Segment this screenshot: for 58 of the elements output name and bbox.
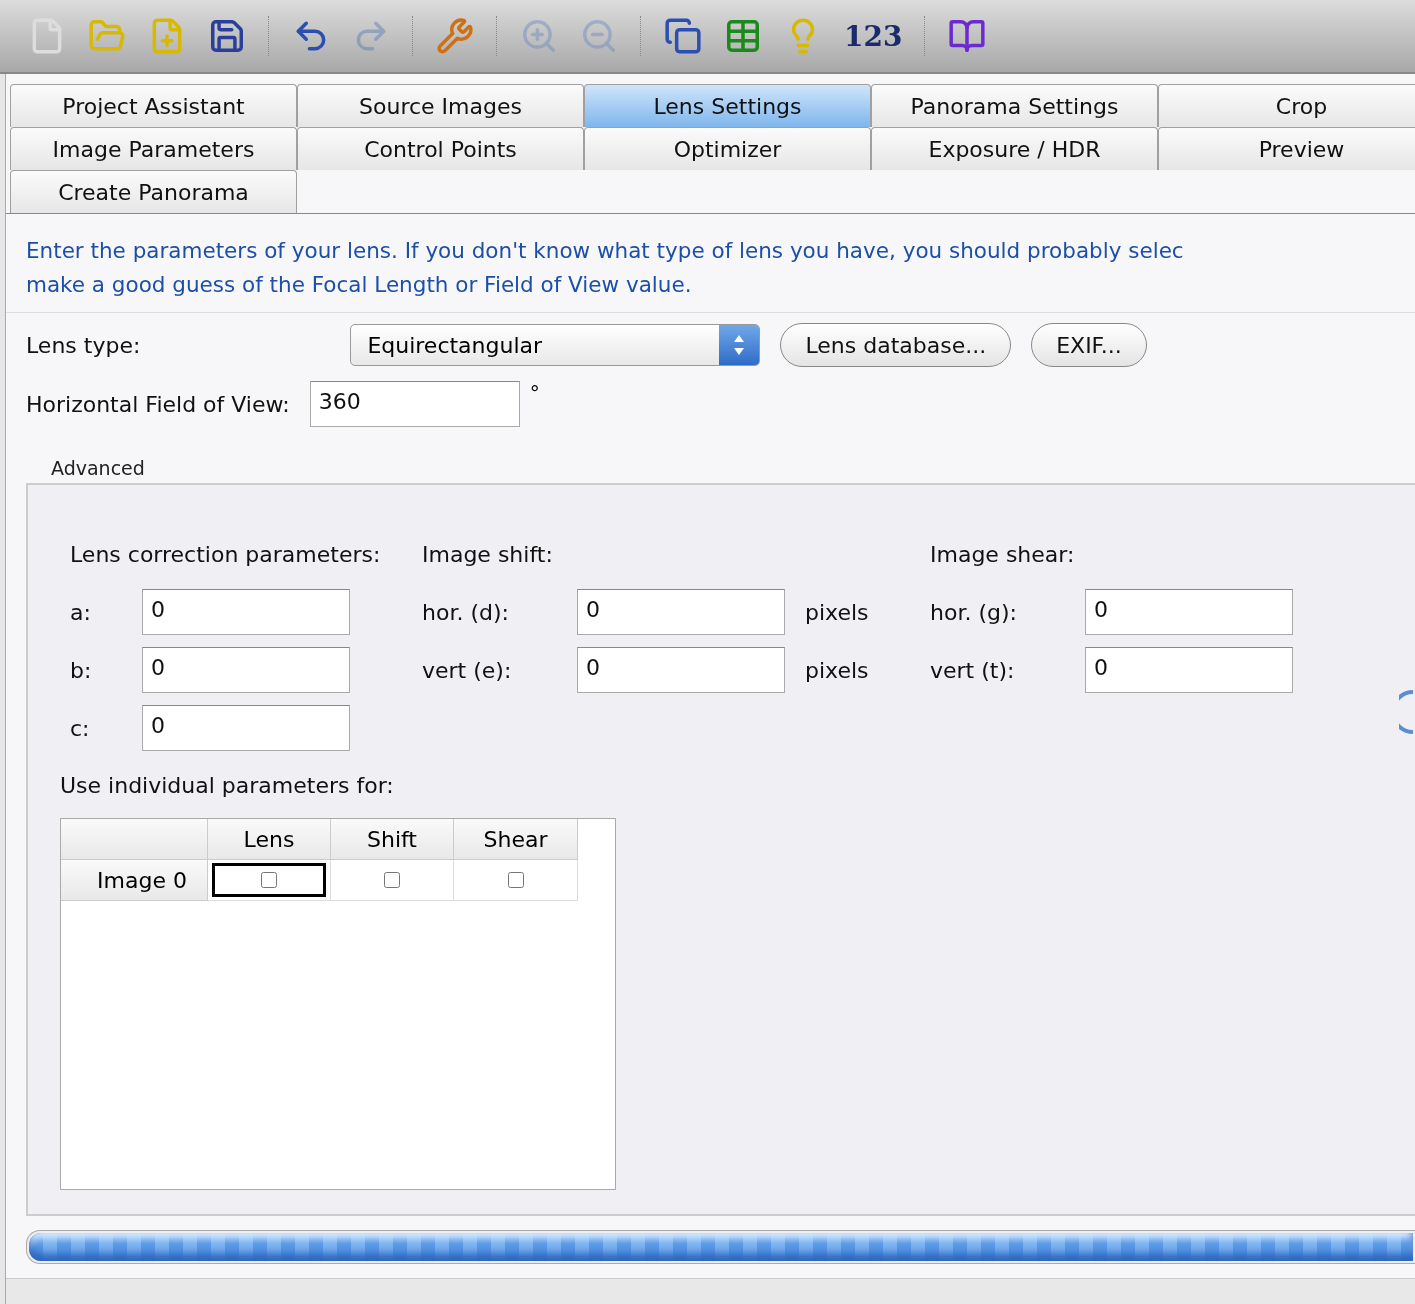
field-label: Horizontal Field of View: [26, 391, 290, 417]
tab[interactable]: Image Parameters [10, 127, 297, 170]
section-label: Use individual parameters for: [60, 773, 395, 798]
description-text: Enter the parameters of your lens. If you don't know what type of lens you have, you should probably selec [26, 237, 1185, 265]
unit-label: pixels [805, 599, 869, 625]
tab[interactable]: Panorama Settings [871, 84, 1158, 127]
lens-type-dropdown[interactable]: Equirectangular [350, 324, 761, 366]
unit-label: ° [529, 381, 540, 405]
table-cell[interactable] [331, 860, 454, 901]
save-icon[interactable] [208, 17, 246, 55]
column-header: Lens [208, 819, 331, 860]
lens-button[interactable]: EXIF... [1031, 323, 1147, 367]
toolbar-button[interactable]: 123 [844, 19, 903, 53]
tab[interactable]: Exposure / HDR [871, 127, 1158, 170]
input-field[interactable]: 0 [142, 589, 350, 635]
row-header: Image 0 [61, 860, 208, 901]
field-label: a: [70, 599, 91, 625]
input-field[interactable]: 0 [142, 705, 350, 751]
book-icon[interactable] [948, 17, 987, 55]
unit-label: pixels [805, 657, 869, 683]
column-header: Shift [331, 819, 454, 860]
field-label: c: [70, 715, 90, 741]
column-header: Shear [454, 819, 578, 860]
field-label: hor. (g): [930, 599, 1017, 625]
description-text: make a good guess of the Focal Length or Field of View value. [26, 271, 693, 299]
table-cell[interactable] [454, 860, 578, 901]
field-label: vert (e): [422, 657, 512, 683]
checkbox[interactable] [261, 872, 277, 888]
input-field[interactable]: 0 [1085, 589, 1293, 635]
tab[interactable]: Control Points [297, 127, 584, 170]
tab[interactable]: Create Panorama [10, 170, 297, 213]
input-field[interactable]: 360 [309, 381, 520, 427]
tab[interactable]: Project Assistant [10, 84, 297, 127]
field-label: b: [70, 657, 92, 683]
tab[interactable]: Optimizer [584, 127, 871, 170]
round-button-icon[interactable] [1399, 690, 1415, 734]
tab[interactable]: Lens Settings [584, 84, 871, 127]
wrench-icon[interactable] [436, 17, 474, 55]
table-icon[interactable] [724, 17, 762, 55]
tab[interactable]: Preview [1158, 127, 1415, 170]
field-label: Lens type: [26, 332, 141, 358]
checkbox[interactable] [507, 872, 524, 888]
section-label: Image shear: [930, 541, 1075, 567]
up-down-arrows-icon [733, 334, 746, 356]
field-label: vert (t): [930, 657, 1015, 683]
section-label: Lens correction parameters: [70, 541, 381, 567]
section-label: Image shift: [422, 541, 553, 567]
checkbox[interactable] [384, 872, 400, 888]
lens-button[interactable]: Lens database... [780, 323, 1012, 367]
tab[interactable]: Source Images [297, 84, 584, 127]
tab[interactable]: Crop [1158, 84, 1415, 127]
group-title: Advanced [51, 457, 145, 479]
windows-icon[interactable] [664, 17, 702, 55]
field-label: hor. (d): [422, 599, 509, 625]
input-field[interactable]: 0 [577, 589, 785, 635]
input-field[interactable]: 0 [577, 647, 785, 693]
input-field[interactable]: 0 [142, 647, 350, 693]
input-field[interactable]: 0 [1085, 647, 1293, 693]
